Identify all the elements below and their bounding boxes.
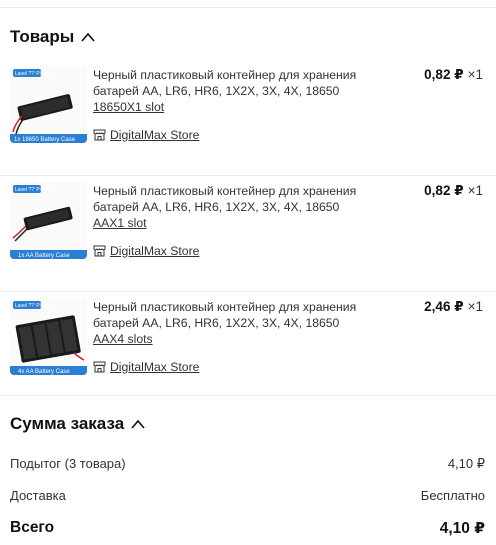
products-section-title: Товары	[10, 27, 75, 46]
product-thumbnail[interactable]: Lavel ??' Plastic 1x AA Battery Case	[10, 182, 87, 259]
price-value: 2,46 ₽	[424, 299, 464, 314]
store-icon	[93, 245, 106, 257]
thumb-badge: Lavel ??' Plastic	[15, 303, 51, 309]
total-label: Всего	[10, 519, 55, 536]
subtotal-row: Подытог (3 товара) 4,10 ₽	[10, 456, 485, 472]
shipping-value: Бесплатно	[420, 488, 485, 503]
product-item[interactable]: Lavel ??' Plastic 1x 18650 Battery Case …	[0, 60, 496, 175]
price-value: 0,82 ₽	[424, 183, 464, 198]
store-link[interactable]: DigitalMax Store	[93, 360, 199, 374]
battery-holder-image: Lavel ??' Plastic 1x 18650 Battery Case	[10, 66, 87, 143]
chevron-up-icon[interactable]	[130, 418, 146, 430]
thumb-badge: Lavel ??' Plastic	[15, 187, 51, 193]
quantity: ×1	[467, 299, 483, 314]
store-name[interactable]: DigitalMax Store	[110, 128, 199, 142]
product-variant-link[interactable]: AAX4 slots	[93, 332, 153, 346]
section-divider	[0, 395, 496, 396]
product-title[interactable]: Черный пластиковый контейнер для хранени…	[93, 299, 393, 331]
store-link[interactable]: DigitalMax Store	[93, 244, 199, 258]
shipping-row: Доставка Бесплатно	[10, 488, 485, 503]
total-value: 4,10 ₽	[439, 520, 485, 537]
product-price: 2,46 ₽ ×1	[424, 299, 483, 315]
thumb-badge: Lavel ??' Plastic	[15, 71, 51, 77]
product-price: 0,82 ₽ ×1	[424, 183, 483, 199]
product-thumbnail[interactable]: Lavel ??' Plastic 4x AA Battery Case	[10, 298, 87, 375]
battery-holder-image: Lavel ??' Plastic 1x AA Battery Case	[10, 182, 87, 259]
battery-holder-image: Lavel ??' Plastic 4x AA Battery Case	[10, 298, 87, 375]
total-row: Всего 4,10 ₽	[10, 519, 485, 538]
store-name[interactable]: DigitalMax Store	[110, 360, 199, 374]
store-link[interactable]: DigitalMax Store	[93, 128, 199, 142]
price-value: 0,82 ₽	[424, 67, 464, 82]
product-description[interactable]: Черный пластиковый контейнер для хранени…	[93, 183, 393, 231]
subtotal-value: 4,10 ₽	[447, 456, 485, 471]
product-description[interactable]: Черный пластиковый контейнер для хранени…	[93, 299, 393, 347]
quantity: ×1	[467, 67, 483, 82]
top-divider	[0, 7, 496, 8]
store-name[interactable]: DigitalMax Store	[110, 244, 199, 258]
product-title[interactable]: Черный пластиковый контейнер для хранени…	[93, 67, 393, 99]
product-item[interactable]: Lavel ??' Plastic 1x AA Battery Case Чер…	[0, 175, 496, 291]
thumb-caption: 1x 18650 Battery Case	[14, 137, 76, 143]
product-description[interactable]: Черный пластиковый контейнер для хранени…	[93, 67, 393, 115]
thumb-caption: 1x AA Battery Case	[18, 253, 70, 259]
product-list: Lavel ??' Plastic 1x 18650 Battery Case …	[0, 60, 496, 407]
store-icon	[93, 361, 106, 373]
product-thumbnail[interactable]: Lavel ??' Plastic 1x 18650 Battery Case	[10, 66, 87, 143]
product-price: 0,82 ₽ ×1	[424, 67, 483, 83]
summary-section-header[interactable]: Сумма заказа	[10, 414, 146, 434]
products-section-header[interactable]: Товары	[10, 27, 96, 47]
product-variant-link[interactable]: 18650X1 slot	[93, 100, 164, 114]
chevron-up-icon[interactable]	[80, 31, 96, 43]
store-icon	[93, 129, 106, 141]
thumb-caption: 4x AA Battery Case	[18, 369, 70, 375]
shipping-label: Доставка	[10, 488, 66, 503]
product-title[interactable]: Черный пластиковый контейнер для хранени…	[93, 183, 393, 215]
quantity: ×1	[467, 183, 483, 198]
product-item[interactable]: Lavel ??' Plastic 4x AA Battery Case Чер…	[0, 291, 496, 407]
summary-section-title: Сумма заказа	[10, 414, 125, 433]
subtotal-label: Подытог (3 товара)	[10, 456, 126, 471]
product-variant-link[interactable]: AAX1 slot	[93, 216, 147, 230]
